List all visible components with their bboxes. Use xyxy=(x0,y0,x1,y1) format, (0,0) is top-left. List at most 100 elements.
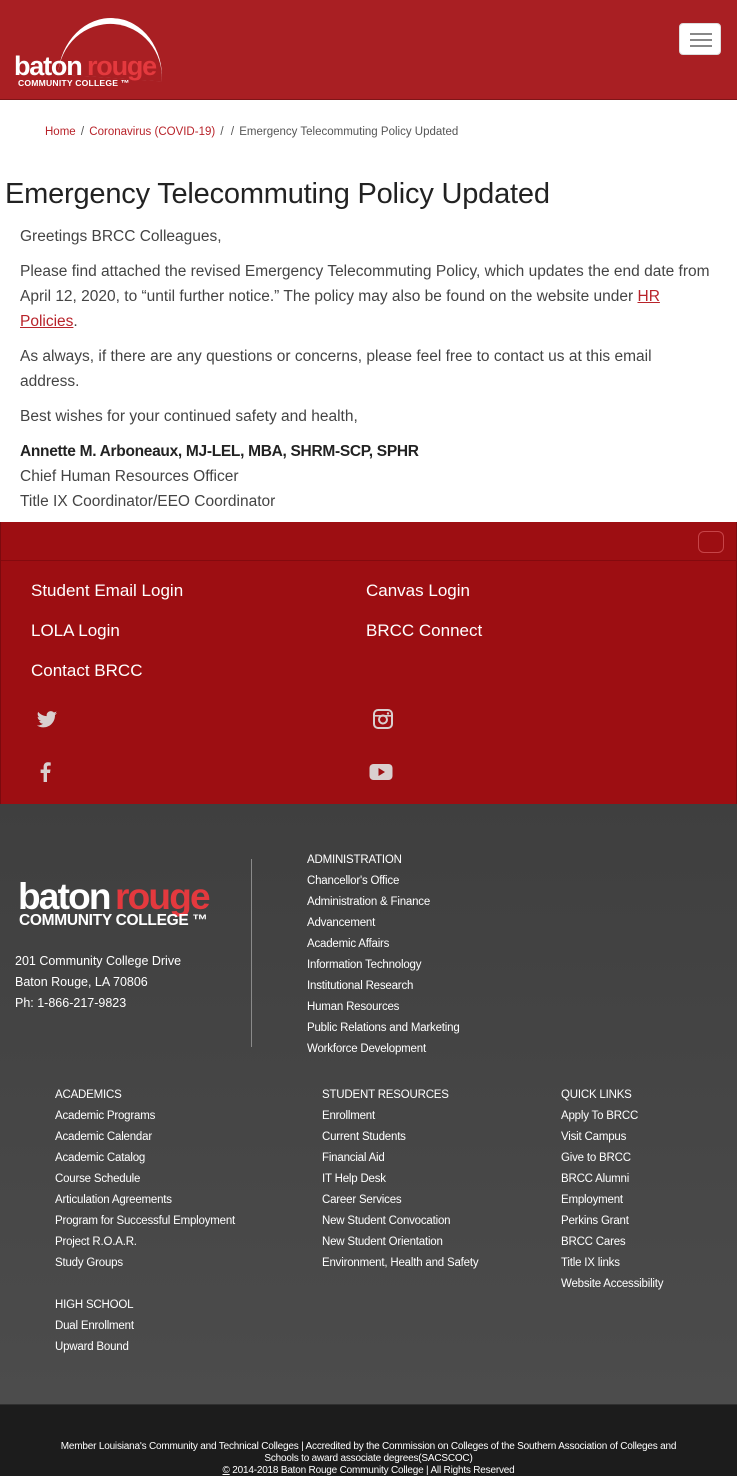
footer-link[interactable]: IT Help Desk xyxy=(322,1169,478,1190)
accreditation-line: Member Louisiana's Community and Technic… xyxy=(60,1441,677,1452)
hamburger-icon-bar xyxy=(690,45,712,47)
logo-word-baton: baton xyxy=(14,51,83,81)
footer-link[interactable]: Articulation Agreements xyxy=(55,1190,235,1211)
quick-links-column: QUICK LINKS Apply To BRCC Visit Campus G… xyxy=(561,1085,664,1295)
footer-link[interactable]: Information Technology xyxy=(307,955,460,976)
footer-divider xyxy=(251,859,252,1047)
article-body: Greetings BRCC Colleagues, Please find a… xyxy=(20,224,710,514)
paragraph-policy-text: Please find attached the revised Emergen… xyxy=(20,263,710,305)
canvas-login-link[interactable]: Canvas Login xyxy=(366,581,470,601)
footer-link[interactable]: Project R.O.A.R. xyxy=(55,1232,235,1253)
academics-heading: ACADEMICS xyxy=(55,1089,122,1101)
logo-word-rouge: rouge xyxy=(87,51,157,81)
footer-link[interactable]: Advancement xyxy=(307,913,460,934)
footer-logo-word-rouge: rouge xyxy=(115,876,211,917)
hamburger-icon xyxy=(690,33,712,35)
footer-link[interactable]: Course Schedule xyxy=(55,1169,235,1190)
signature-block: Annette M. Arboneaux, MJ-LEL, MBA, SHRM-… xyxy=(20,439,710,514)
facebook-icon[interactable] xyxy=(39,762,63,784)
footer-link[interactable]: Administration & Finance xyxy=(307,892,460,913)
student-resources-column: STUDENT RESOURCES Enrollment Current Stu… xyxy=(322,1085,479,1274)
footer-link[interactable]: Chancellor's Office xyxy=(307,871,460,892)
footer-link[interactable]: Give to BRCC xyxy=(561,1148,663,1169)
paragraph-wishes: Best wishes for your continued safety an… xyxy=(20,408,358,425)
youtube-icon[interactable] xyxy=(369,763,393,785)
footer-link[interactable]: Enrollment xyxy=(322,1106,478,1127)
footer-link[interactable]: BRCC Alumni xyxy=(561,1169,663,1190)
footer-link[interactable]: Academic Affairs xyxy=(307,934,460,955)
paragraph-policy: Please find attached the revised Emergen… xyxy=(20,259,710,334)
student-resources-heading: STUDENT RESOURCES xyxy=(322,1089,449,1101)
footer-logo-subline: COMMUNITY COLLEGE ™ xyxy=(19,912,208,929)
footer-link[interactable]: Upward Bound xyxy=(55,1337,235,1358)
lola-login-link[interactable]: LOLA Login xyxy=(31,621,120,641)
footer-link[interactable]: Public Relations and Marketing xyxy=(307,1018,460,1039)
footer-link[interactable]: New Student Orientation xyxy=(322,1232,478,1253)
quick-links-band: Student Email Login Canvas Login LOLA Lo… xyxy=(0,522,737,804)
footer-link[interactable]: New Student Convocation xyxy=(322,1211,478,1232)
page-title: Emergency Telecommuting Policy Updated xyxy=(5,178,550,210)
hamburger-menu-button[interactable] xyxy=(679,23,721,55)
footer-link[interactable]: Perkins Grant xyxy=(561,1211,663,1232)
copyright-text: 2014-2018 Baton Rouge Community College … xyxy=(229,1465,515,1476)
accreditation-text: Member Louisiana's Community and Technic… xyxy=(0,1441,737,1476)
paragraph-contact: As always, if there are any questions or… xyxy=(20,348,652,390)
college-address: 201 Community College Drive Baton Rouge,… xyxy=(15,951,181,1014)
greeting: Greetings BRCC Colleagues, xyxy=(20,228,222,245)
twitter-icon[interactable] xyxy=(36,710,60,732)
site-footer: baton rouge COMMUNITY COLLEGE ™ 201 Comm… xyxy=(0,804,737,1404)
footer-link[interactable]: Human Resources xyxy=(307,997,460,1018)
footer-logo-word-baton: baton xyxy=(18,876,111,917)
footer-link[interactable]: Study Groups xyxy=(55,1253,235,1274)
footer-link[interactable]: Website Accessibility xyxy=(561,1274,664,1295)
address-city: Baton Rouge, LA 70806 xyxy=(15,975,148,989)
footer-link[interactable]: Career Services xyxy=(322,1190,478,1211)
academics-column: ACADEMICS Academic Programs Academic Cal… xyxy=(55,1085,235,1358)
signature-title: Chief Human Resources Officer xyxy=(20,468,239,485)
footer-link[interactable]: Institutional Research xyxy=(307,976,460,997)
contact-brcc-link[interactable]: Contact BRCC xyxy=(31,661,142,681)
breadcrumb-separator: / xyxy=(230,126,235,138)
footer-link[interactable]: Current Students xyxy=(322,1127,478,1148)
high-school-heading: HIGH SCHOOL xyxy=(55,1299,134,1311)
hamburger-icon-bar xyxy=(690,39,712,41)
footer-link[interactable]: Program for Successful Employment xyxy=(55,1211,235,1232)
breadcrumb-home[interactable]: Home xyxy=(45,126,76,138)
accreditation-line: Schools to award associate degrees(SACSC… xyxy=(264,1453,473,1464)
student-email-login-link[interactable]: Student Email Login xyxy=(31,581,183,601)
signature-name: Annette M. Arboneaux, MJ-LEL, MBA, SHRM-… xyxy=(20,443,419,460)
footer-link[interactable]: Dual Enrollment xyxy=(55,1316,235,1337)
footer-link[interactable]: Academic Catalog xyxy=(55,1148,235,1169)
breadcrumb-separator: / xyxy=(220,126,224,138)
breadcrumb-coronavirus[interactable]: Coronavirus (COVID-19) xyxy=(89,126,215,138)
quick-links-heading: QUICK LINKS xyxy=(561,1089,632,1101)
logo-subline: COMMUNITY COLLEGE ™ xyxy=(18,78,130,88)
brcc-connect-link[interactable]: BRCC Connect xyxy=(366,621,482,641)
brcc-logo[interactable]: baton rouge COMMUNITY COLLEGE ™ xyxy=(14,14,166,90)
footer-link[interactable]: Workforce Development xyxy=(307,1039,460,1060)
administration-column: ADMINISTRATION Chancellor's Office Admin… xyxy=(307,850,460,1060)
address-street: 201 Community College Drive xyxy=(15,954,182,968)
breadcrumb: Home / Coronavirus (COVID-19) / / Emerge… xyxy=(45,126,458,138)
phone-number: Ph: 1-866-217-9823 xyxy=(15,996,127,1010)
instagram-icon[interactable] xyxy=(373,709,397,731)
footer-link[interactable]: Employment xyxy=(561,1190,663,1211)
footer-link[interactable]: Academic Calendar xyxy=(55,1127,235,1148)
footer-link[interactable]: Financial Aid xyxy=(322,1148,478,1169)
breadcrumb-separator: / xyxy=(80,126,85,138)
footer-brcc-logo[interactable]: baton rouge COMMUNITY COLLEGE ™ xyxy=(18,878,242,930)
band-divider xyxy=(1,560,737,561)
accreditation-bar: Member Louisiana's Community and Technic… xyxy=(0,1404,737,1476)
footer-link[interactable]: BRCC Cares xyxy=(561,1232,663,1253)
breadcrumb-current: Emergency Telecommuting Policy Updated xyxy=(239,126,459,138)
administration-heading: ADMINISTRATION xyxy=(307,854,402,866)
copyright-icon: © xyxy=(222,1465,230,1476)
back-to-top-button[interactable] xyxy=(698,531,724,553)
footer-link[interactable]: Academic Programs xyxy=(55,1106,235,1127)
footer-link[interactable]: Environment, Health and Safety xyxy=(322,1253,479,1274)
footer-link[interactable]: Visit Campus xyxy=(561,1127,663,1148)
paragraph-policy-end: . xyxy=(73,313,78,330)
footer-link[interactable]: Apply To BRCC xyxy=(561,1106,663,1127)
footer-link[interactable]: Title IX links xyxy=(561,1253,663,1274)
